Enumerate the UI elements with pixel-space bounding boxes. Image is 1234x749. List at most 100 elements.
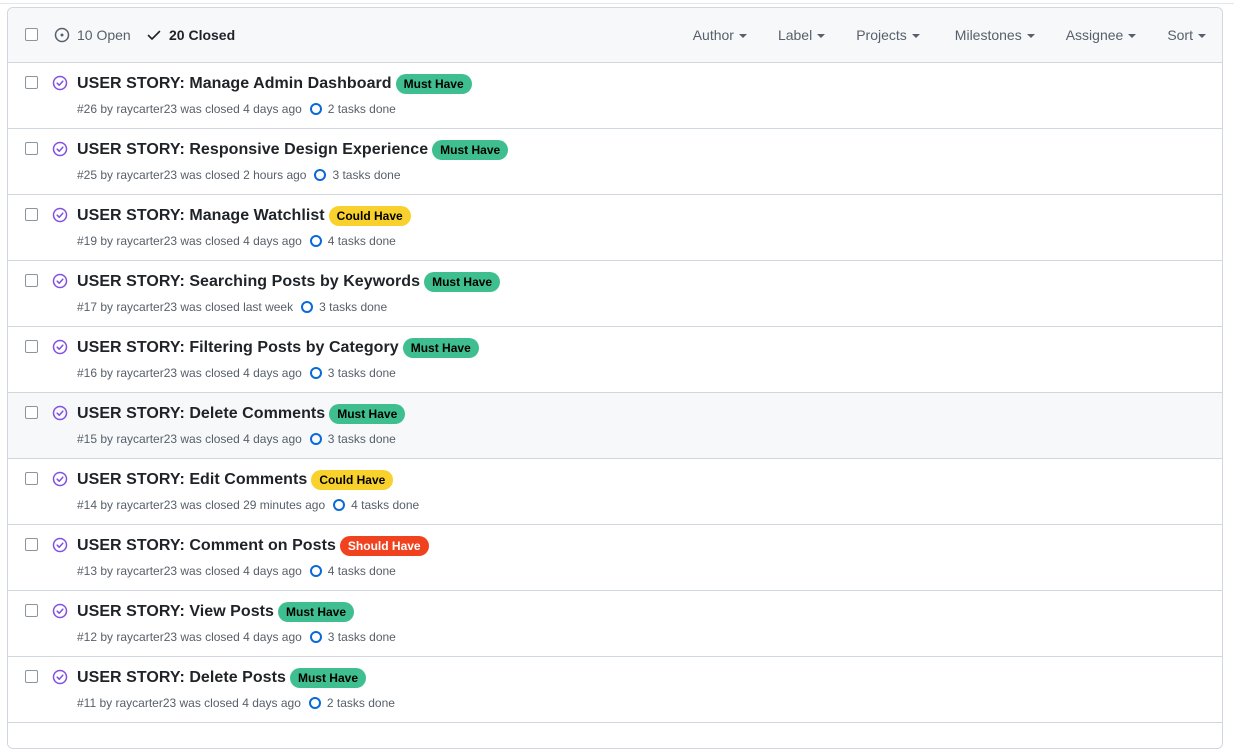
assignee-filter[interactable]: Assignee (1066, 27, 1137, 43)
assignee-filter-label: Assignee (1065, 27, 1124, 43)
task-progress: 3 tasks done (309, 432, 396, 446)
select-all-checkbox[interactable] (25, 28, 38, 41)
sort-dropdown-label: Sort (1167, 27, 1193, 43)
task-progress-ring-icon (309, 433, 322, 445)
author-filter[interactable]: Author (693, 27, 747, 43)
issue-row[interactable]: USER STORY: Manage Watchlist Could Have … (8, 195, 1222, 261)
sort-dropdown[interactable]: Sort (1167, 27, 1206, 43)
issue-checkbox[interactable] (25, 76, 38, 89)
open-issues-label: 10 Open (77, 27, 131, 43)
issue-checkbox[interactable] (25, 340, 38, 353)
issue-label[interactable]: Must Have (289, 668, 366, 688)
issue-checkbox[interactable] (25, 670, 38, 683)
issue-title-line: USER STORY: Searching Posts by Keywords … (77, 272, 501, 292)
issue-title-link[interactable]: USER STORY: Comment on Posts (77, 537, 336, 555)
issue-row[interactable]: USER STORY: Delete Comments Must Have #1… (8, 393, 1222, 459)
issue-title-link[interactable]: USER STORY: Delete Posts (77, 669, 286, 687)
issue-checkbox[interactable] (25, 472, 38, 485)
task-progress-text: 4 tasks done (327, 564, 396, 578)
issue-label[interactable]: Could Have (328, 206, 411, 226)
closed-issues-tab[interactable]: 20 Closed (146, 8, 235, 62)
issue-title-link[interactable]: USER STORY: Manage Watchlist (77, 207, 325, 225)
open-issues-tab[interactable]: 10 Open (54, 8, 131, 62)
issue-row[interactable]: USER STORY: Responsive Design Experience… (8, 129, 1222, 195)
issue-title-line: USER STORY: Delete Posts Must Have (77, 668, 366, 688)
issue-meta-text: #14 by raycarter23 was closed 29 minutes… (77, 498, 326, 512)
caret-down-icon (817, 34, 826, 38)
issue-title-link[interactable]: USER STORY: Delete Comments (77, 405, 325, 423)
issue-title-link[interactable]: USER STORY: Edit Comments (77, 471, 307, 489)
task-progress-ring-icon (309, 565, 322, 577)
issue-title-link[interactable]: USER STORY: Filtering Posts by Category (77, 339, 399, 357)
issue-meta-text: #16 by raycarter23 was closed 4 days ago (77, 366, 302, 380)
issue-label[interactable]: Must Have (395, 74, 472, 94)
closed-issues-label: 20 Closed (169, 27, 236, 43)
task-progress-ring-icon (309, 103, 322, 115)
issue-title-link[interactable]: USER STORY: Manage Admin Dashboard (77, 75, 392, 93)
task-progress: 3 tasks done (301, 300, 387, 314)
task-progress-ring-icon (314, 169, 327, 181)
issue-title-line: USER STORY: Delete Comments Must Have (77, 404, 406, 424)
issue-meta: #16 by raycarter23 was closed 4 days ago… (77, 366, 396, 380)
issue-title-line: USER STORY: Filtering Posts by Category … (77, 338, 479, 358)
task-progress-ring-icon (309, 631, 322, 643)
issue-meta: #19 by raycarter23 was closed 4 days ago… (77, 234, 396, 248)
task-progress: 4 tasks done (333, 498, 419, 512)
issue-row[interactable]: USER STORY: Searching Posts by Keywords … (8, 261, 1222, 327)
milestones-filter[interactable]: Milestones (955, 27, 1035, 43)
issue-title-link[interactable]: USER STORY: Responsive Design Experience (77, 141, 428, 159)
issue-label[interactable]: Could Have (311, 470, 394, 490)
issue-closed-icon (52, 603, 68, 619)
issue-closed-icon (52, 537, 68, 553)
issue-label[interactable]: Should Have (339, 536, 429, 556)
milestones-filter-label: Milestones (954, 27, 1022, 43)
task-progress-text: 2 tasks done (327, 102, 396, 116)
issue-checkbox[interactable] (25, 142, 38, 155)
issue-checkbox[interactable] (25, 604, 38, 617)
issues-list: 10 Open 20 Closed Author Label Projects … (7, 7, 1223, 749)
issue-checkbox[interactable] (25, 208, 38, 221)
task-progress-text: 3 tasks done (327, 630, 396, 644)
issue-row-partial (8, 723, 1222, 748)
issue-row[interactable]: USER STORY: Delete Posts Must Have #11 b… (8, 657, 1222, 723)
issue-label[interactable]: Must Have (432, 140, 509, 160)
task-progress-text: 4 tasks done (327, 234, 396, 248)
issue-meta-text: #25 by raycarter23 was closed 2 hours ag… (77, 168, 307, 182)
issue-rows: USER STORY: Manage Admin Dashboard Must … (8, 63, 1222, 723)
issue-title-line: USER STORY: View Posts Must Have (77, 602, 355, 622)
issue-meta: #14 by raycarter23 was closed 29 minutes… (77, 498, 419, 512)
projects-filter-label: Projects (856, 27, 907, 43)
issue-title-link[interactable]: USER STORY: Searching Posts by Keywords (77, 273, 420, 291)
issue-label[interactable]: Must Have (278, 602, 355, 622)
top-border (0, 0, 1234, 4)
issue-closed-icon (52, 75, 68, 91)
issue-row[interactable]: USER STORY: Manage Admin Dashboard Must … (8, 63, 1222, 129)
issue-label[interactable]: Must Have (424, 272, 501, 292)
issue-closed-icon (52, 273, 68, 289)
issue-label[interactable]: Must Have (402, 338, 479, 358)
issue-row[interactable]: USER STORY: Comment on Posts Should Have… (8, 525, 1222, 591)
issue-closed-icon (52, 207, 68, 223)
issue-row[interactable]: USER STORY: View Posts Must Have #12 by … (8, 591, 1222, 657)
issue-checkbox[interactable] (25, 406, 38, 419)
issue-title-line: USER STORY: Comment on Posts Should Have (77, 536, 429, 556)
task-progress-text: 2 tasks done (326, 696, 395, 710)
caret-down-icon (1198, 34, 1206, 38)
issue-row[interactable]: USER STORY: Filtering Posts by Category … (8, 327, 1222, 393)
issue-meta-text: #13 by raycarter23 was closed 4 days ago (77, 564, 302, 578)
issue-checkbox[interactable] (25, 274, 38, 287)
issue-row[interactable]: USER STORY: Edit Comments Could Have #14… (8, 459, 1222, 525)
issue-checkbox[interactable] (25, 538, 38, 551)
issue-closed-icon (52, 471, 68, 487)
issue-title-line: USER STORY: Manage Admin Dashboard Must … (77, 74, 472, 94)
issue-title-line: USER STORY: Manage Watchlist Could Have (77, 206, 411, 226)
task-progress: 2 tasks done (308, 696, 395, 710)
issue-label[interactable]: Must Have (329, 404, 406, 424)
task-progress-ring-icon (309, 367, 322, 379)
task-progress-text: 3 tasks done (319, 300, 388, 314)
task-progress-text: 4 tasks done (351, 498, 420, 512)
projects-filter[interactable]: Projects (856, 27, 920, 43)
issue-title-link[interactable]: USER STORY: View Posts (77, 603, 274, 621)
label-filter[interactable]: Label (778, 27, 826, 43)
issue-meta: #26 by raycarter23 was closed 4 days ago… (77, 102, 396, 116)
